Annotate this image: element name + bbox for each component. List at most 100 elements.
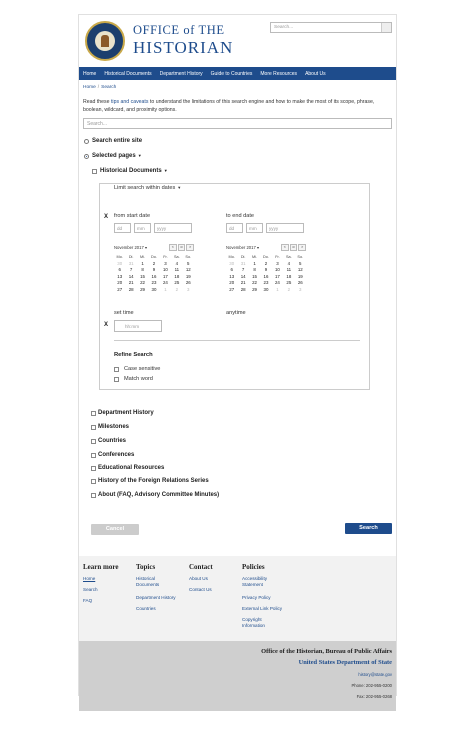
clear-time-x[interactable]: X [104, 322, 108, 328]
calendar-day[interactable]: 16 [148, 274, 159, 281]
breadcrumb-home[interactable]: Home [83, 85, 96, 90]
selected-pages-radio[interactable] [84, 154, 89, 159]
calendar-day[interactable]: 26 [183, 280, 194, 287]
countries-checkbox[interactable] [91, 439, 96, 444]
end-year-input[interactable]: yyyy [266, 223, 304, 233]
calendar-day[interactable]: 20 [226, 280, 237, 287]
calendar-day[interactable]: 18 [171, 274, 182, 281]
calendar-day[interactable]: 19 [183, 274, 194, 281]
calendar-day[interactable]: 9 [148, 267, 159, 274]
calendar-day[interactable]: 4 [283, 261, 294, 268]
conferences-label[interactable]: Conferences [98, 452, 134, 458]
calendar-day[interactable]: 10 [160, 267, 171, 274]
frus-history-checkbox[interactable] [91, 479, 96, 484]
calendar-day[interactable]: 15 [137, 274, 148, 281]
nav-home[interactable]: Home [83, 71, 96, 77]
calendar-day[interactable]: 7 [237, 267, 248, 274]
start-day-input[interactable]: dd [114, 223, 131, 233]
search-entire-site-label[interactable]: Search entire site [92, 138, 142, 144]
footer-email-link[interactable]: history@state.gov [358, 672, 392, 677]
search-button[interactable]: Search [345, 523, 392, 534]
case-sensitive-checkbox[interactable] [114, 367, 119, 372]
footer-link-accessibility[interactable]: Accessibility Statement [242, 576, 280, 589]
calendar-day[interactable]: 13 [226, 274, 237, 281]
calendar-day[interactable]: 20 [114, 280, 125, 287]
calendar-month-select[interactable]: November 2017 ▾ [114, 245, 147, 250]
site-title-line2[interactable]: HISTORIAN [133, 38, 233, 58]
about-label[interactable]: About (FAQ, Advisory Committee Minutes) [98, 492, 219, 498]
department-history-label[interactable]: Department History [98, 410, 154, 416]
calendar-day[interactable]: 8 [249, 267, 260, 274]
calendar-day[interactable]: 29 [137, 287, 148, 294]
nav-department-history[interactable]: Department History [160, 71, 203, 77]
selected-pages-toggle[interactable]: Selected pages ▼ [92, 153, 142, 159]
calendar-day[interactable]: 2 [260, 261, 271, 268]
footer-link-department-history[interactable]: Department History [136, 595, 186, 601]
footer-link-search[interactable]: Search [83, 587, 129, 593]
nav-guide-to-countries[interactable]: Guide to Countries [211, 71, 253, 77]
about-checkbox[interactable] [91, 493, 96, 498]
calendar-prev-button[interactable]: < [281, 244, 289, 251]
footer-link-copyright[interactable]: Copyright Information [242, 617, 274, 630]
calendar-day[interactable]: 12 [295, 267, 306, 274]
calendar-month-select[interactable]: November 2017 ▾ [226, 245, 259, 250]
calendar-day[interactable]: 28 [125, 287, 136, 294]
end-month-input[interactable]: mm [246, 223, 263, 233]
calendar-day[interactable]: 22 [137, 280, 148, 287]
calendar-day[interactable]: 15 [249, 274, 260, 281]
calendar-day[interactable]: 5 [295, 261, 306, 268]
calendar-day[interactable]: 3 [272, 261, 283, 268]
footer-link-contact-us[interactable]: Contact Us [189, 587, 235, 593]
calendar-today-button[interactable]: o [177, 244, 186, 251]
calendar-day[interactable]: 30 [226, 261, 237, 268]
calendar-day[interactable]: 14 [125, 274, 136, 281]
historical-documents-toggle[interactable]: Historical Documents ▼ [100, 168, 168, 174]
conferences-checkbox[interactable] [91, 453, 96, 458]
cancel-button[interactable]: Cancel [91, 524, 139, 535]
calendar-day[interactable]: 23 [148, 280, 159, 287]
calendar-day[interactable]: 26 [295, 280, 306, 287]
calendar-day[interactable]: 25 [283, 280, 294, 287]
calendar-day[interactable]: 8 [137, 267, 148, 274]
calendar-day[interactable]: 14 [237, 274, 248, 281]
calendar-day[interactable]: 21 [237, 280, 248, 287]
calendar-day[interactable]: 31 [237, 261, 248, 268]
calendar-today-button[interactable]: o [289, 244, 298, 251]
calendar-day[interactable]: 30 [148, 287, 159, 294]
calendar-day[interactable]: 24 [160, 280, 171, 287]
calendar-next-button[interactable]: > [186, 244, 195, 251]
search-entire-site-radio[interactable] [84, 139, 89, 144]
calendar-day[interactable]: 10 [272, 267, 283, 274]
frus-history-label[interactable]: History of the Foreign Relations Series [98, 478, 209, 484]
calendar-day[interactable]: 31 [125, 261, 136, 268]
milestones-label[interactable]: Milestones [98, 424, 129, 430]
header-search-button[interactable] [381, 23, 391, 32]
calendar-day[interactable]: 1 [160, 287, 171, 294]
calendar-day[interactable]: 13 [114, 274, 125, 281]
calendar-day[interactable]: 7 [125, 267, 136, 274]
footer-link-historical-documents[interactable]: Historical Documents [136, 576, 172, 589]
educational-resources-checkbox[interactable] [91, 466, 96, 471]
footer-link-external-link-policy[interactable]: External Link Policy [242, 606, 292, 612]
calendar-day[interactable]: 11 [171, 267, 182, 274]
department-history-checkbox[interactable] [91, 411, 96, 416]
calendar-day[interactable]: 9 [260, 267, 271, 274]
main-search-input[interactable]: Search... [83, 118, 392, 129]
historical-documents-checkbox[interactable] [92, 169, 97, 174]
calendar-day[interactable]: 21 [125, 280, 136, 287]
nav-historical-documents[interactable]: Historical Documents [104, 71, 151, 77]
calendar-day[interactable]: 17 [160, 274, 171, 281]
calendar-day[interactable]: 3 [183, 287, 194, 294]
start-month-input[interactable]: mm [134, 223, 151, 233]
nav-more-resources[interactable]: More Resources [260, 71, 297, 77]
countries-label[interactable]: Countries [98, 438, 126, 444]
start-year-input[interactable]: yyyy [154, 223, 192, 233]
calendar-day[interactable]: 6 [114, 267, 125, 274]
calendar-day[interactable]: 2 [283, 287, 294, 294]
calendar-day[interactable]: 30 [114, 261, 125, 268]
footer-link-countries[interactable]: Countries [136, 606, 182, 612]
calendar-day[interactable]: 1 [137, 261, 148, 268]
educational-resources-label[interactable]: Educational Resources [98, 465, 164, 471]
breadcrumb-search[interactable]: Search [101, 85, 116, 90]
tips-and-caveats-link[interactable]: tips and caveats [111, 99, 149, 105]
